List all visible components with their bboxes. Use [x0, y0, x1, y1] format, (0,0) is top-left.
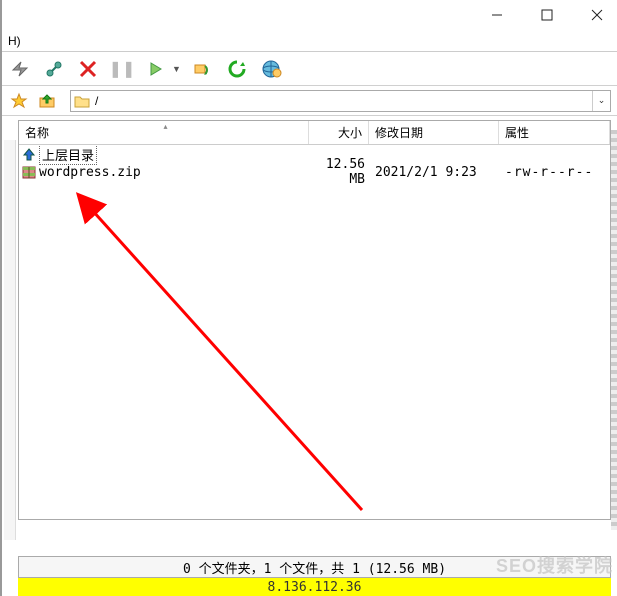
col-attr[interactable]: 属性 — [499, 121, 610, 144]
play-dropdown-icon[interactable]: ▼ — [172, 64, 181, 74]
sync-icon[interactable] — [191, 57, 215, 81]
play-icon[interactable] — [144, 57, 168, 81]
toolbar: ❚❚ ▼ — [2, 52, 617, 86]
pathbar: / ⌄ — [2, 86, 617, 116]
menubar: H) — [2, 30, 617, 52]
right-edge — [611, 130, 617, 530]
file-panel: 名称▴ 大小 修改日期 属性 上层目录 wordpress.zip 12.56 … — [18, 120, 611, 520]
folder-icon — [73, 92, 91, 110]
file-size: 12.56 MB — [309, 157, 369, 187]
path-combobox[interactable]: / ⌄ — [70, 90, 611, 112]
refresh-icon[interactable] — [225, 57, 249, 81]
close-button[interactable] — [583, 4, 611, 26]
left-gutter — [4, 140, 16, 540]
path-text: / — [95, 94, 98, 108]
status-summary: 0 个文件夹，1 个文件，共 1 (12.56 MB) — [183, 558, 446, 577]
quick-connect-icon[interactable] — [8, 57, 32, 81]
up-arrow-icon — [21, 146, 37, 162]
connect-icon[interactable] — [42, 57, 66, 81]
minimize-button[interactable] — [483, 4, 511, 26]
col-date[interactable]: 修改日期 — [369, 121, 499, 144]
cancel-icon[interactable] — [76, 57, 100, 81]
archive-icon — [21, 164, 37, 180]
col-name[interactable]: 名称▴ — [19, 121, 309, 144]
file-date: 2021/2/1 9:23 — [369, 165, 499, 180]
col-size[interactable]: 大小 — [309, 121, 369, 144]
sort-indicator-icon: ▴ — [164, 122, 168, 131]
file-attr: -rw-r--r-- — [499, 165, 610, 180]
nav-up-icon[interactable] — [36, 90, 58, 112]
status-bar: 0 个文件夹，1 个文件，共 1 (12.56 MB) — [18, 556, 611, 578]
parent-dir-label: 上层目录 — [39, 145, 97, 165]
menu-item-h[interactable]: H) — [4, 32, 25, 50]
ip-address: 8.136.112.36 — [268, 580, 362, 595]
file-name: wordpress.zip — [39, 165, 141, 180]
chevron-down-icon[interactable]: ⌄ — [592, 91, 610, 111]
titlebar — [2, 0, 617, 30]
globe-icon[interactable] — [259, 57, 283, 81]
column-header: 名称▴ 大小 修改日期 属性 — [19, 121, 610, 145]
favorite-icon[interactable] — [8, 90, 30, 112]
pause-icon[interactable]: ❚❚ — [110, 57, 134, 81]
ip-bar: 8.136.112.36 — [18, 578, 611, 596]
maximize-button[interactable] — [533, 4, 561, 26]
file-list[interactable]: 上层目录 wordpress.zip 12.56 MB 2021/2/1 9:2… — [19, 145, 610, 519]
file-row[interactable]: wordpress.zip 12.56 MB 2021/2/1 9:23 -rw… — [19, 163, 610, 181]
